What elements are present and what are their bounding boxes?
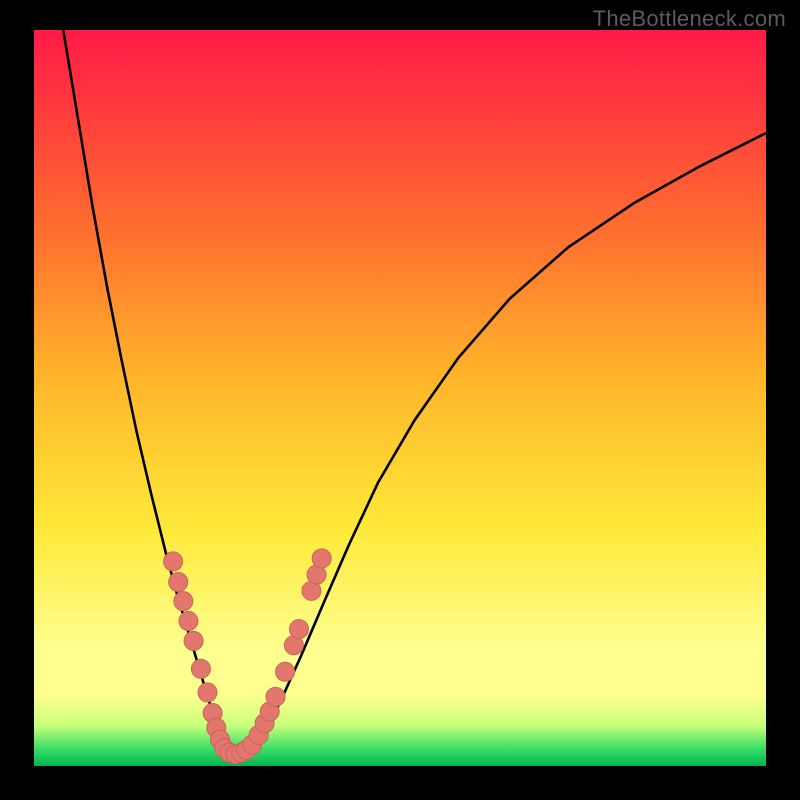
highlight-dot bbox=[184, 631, 203, 650]
highlight-dot bbox=[276, 662, 295, 681]
highlight-dot bbox=[164, 552, 183, 571]
highlight-dot bbox=[198, 683, 217, 702]
highlight-dot bbox=[169, 573, 188, 592]
highlight-dot bbox=[174, 592, 193, 611]
highlight-dot bbox=[191, 659, 210, 678]
highlight-dot bbox=[179, 612, 198, 631]
plot-area bbox=[34, 30, 766, 766]
highlight-dot bbox=[266, 687, 285, 706]
chart-svg bbox=[34, 30, 766, 766]
highlight-dot bbox=[312, 549, 331, 568]
outer-frame: TheBottleneck.com bbox=[0, 0, 800, 800]
highlight-dot bbox=[289, 620, 308, 639]
watermark-text: TheBottleneck.com bbox=[593, 6, 786, 32]
gradient-background bbox=[34, 30, 766, 766]
